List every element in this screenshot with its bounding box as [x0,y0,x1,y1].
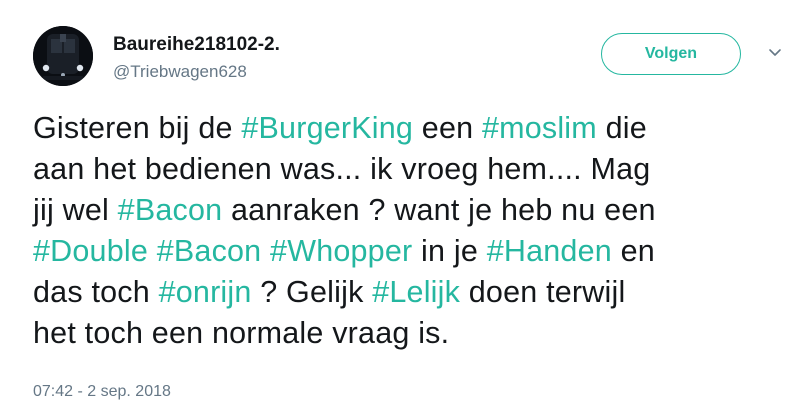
hashtag-link[interactable]: #onrijn [159,275,252,309]
tweet-line: het toch een normale vraag is. [33,313,793,354]
avatar[interactable] [33,26,93,86]
tweet-text-segment: Gisteren bij de [33,111,242,145]
tweet-text: Gisteren bij de #BurgerKing een #moslim … [33,108,793,354]
follow-button[interactable]: Volgen [601,33,741,75]
tweet-text-segment: das toch [33,275,159,309]
tweet-text-segment [148,234,157,268]
hashtag-link[interactable]: #Bacon [118,193,223,227]
hashtag-link[interactable]: #moslim [482,111,597,145]
user-handle[interactable]: @Triebwagen628 [113,62,247,82]
tweet-text-segment: aanraken ? want je heb nu een [222,193,656,227]
tweet-line: aan het bedienen was... ik vroeg hem....… [33,149,793,190]
hashtag-link[interactable]: #Handen [487,234,612,268]
tweet-line: #Double #Bacon #Whopper in je #Handen en [33,231,793,272]
tweet-text-segment: in je [412,234,487,268]
hashtag-link[interactable]: #BurgerKing [241,111,413,145]
hashtag-link[interactable]: #Bacon [157,234,262,268]
tweet-text-segment: aan het bedienen was... ik vroeg hem....… [33,152,651,186]
tweet-text-segment: doen terwijl [460,275,626,309]
display-name[interactable]: Baureihe218102-2. [113,34,280,56]
hashtag-link[interactable]: #Whopper [270,234,412,268]
tweet-text-segment: die [596,111,647,145]
tweet-text-segment [261,234,270,268]
tweet-timestamp[interactable]: 07:42 - 2 sep. 2018 [33,383,171,401]
tweet-line: Gisteren bij de #BurgerKing een #moslim … [33,108,793,149]
tweet-line: jij wel #Bacon aanraken ? want je heb nu… [33,190,793,231]
tweet-text-segment: een [413,111,482,145]
tweet-line: das toch #onrijn ? Gelijk #Lelijk doen t… [33,272,793,313]
chevron-down-icon[interactable] [767,44,783,60]
tweet-text-segment: ? Gelijk [251,275,373,309]
hashtag-link[interactable]: #Lelijk [372,275,460,309]
tweet-text-segment: jij wel [33,193,118,227]
hashtag-link[interactable]: #Double [33,234,148,268]
train-front-avatar-icon [33,26,93,86]
tweet-text-segment: het toch een normale vraag is. [33,316,450,350]
tweet-text-segment: en [611,234,655,268]
